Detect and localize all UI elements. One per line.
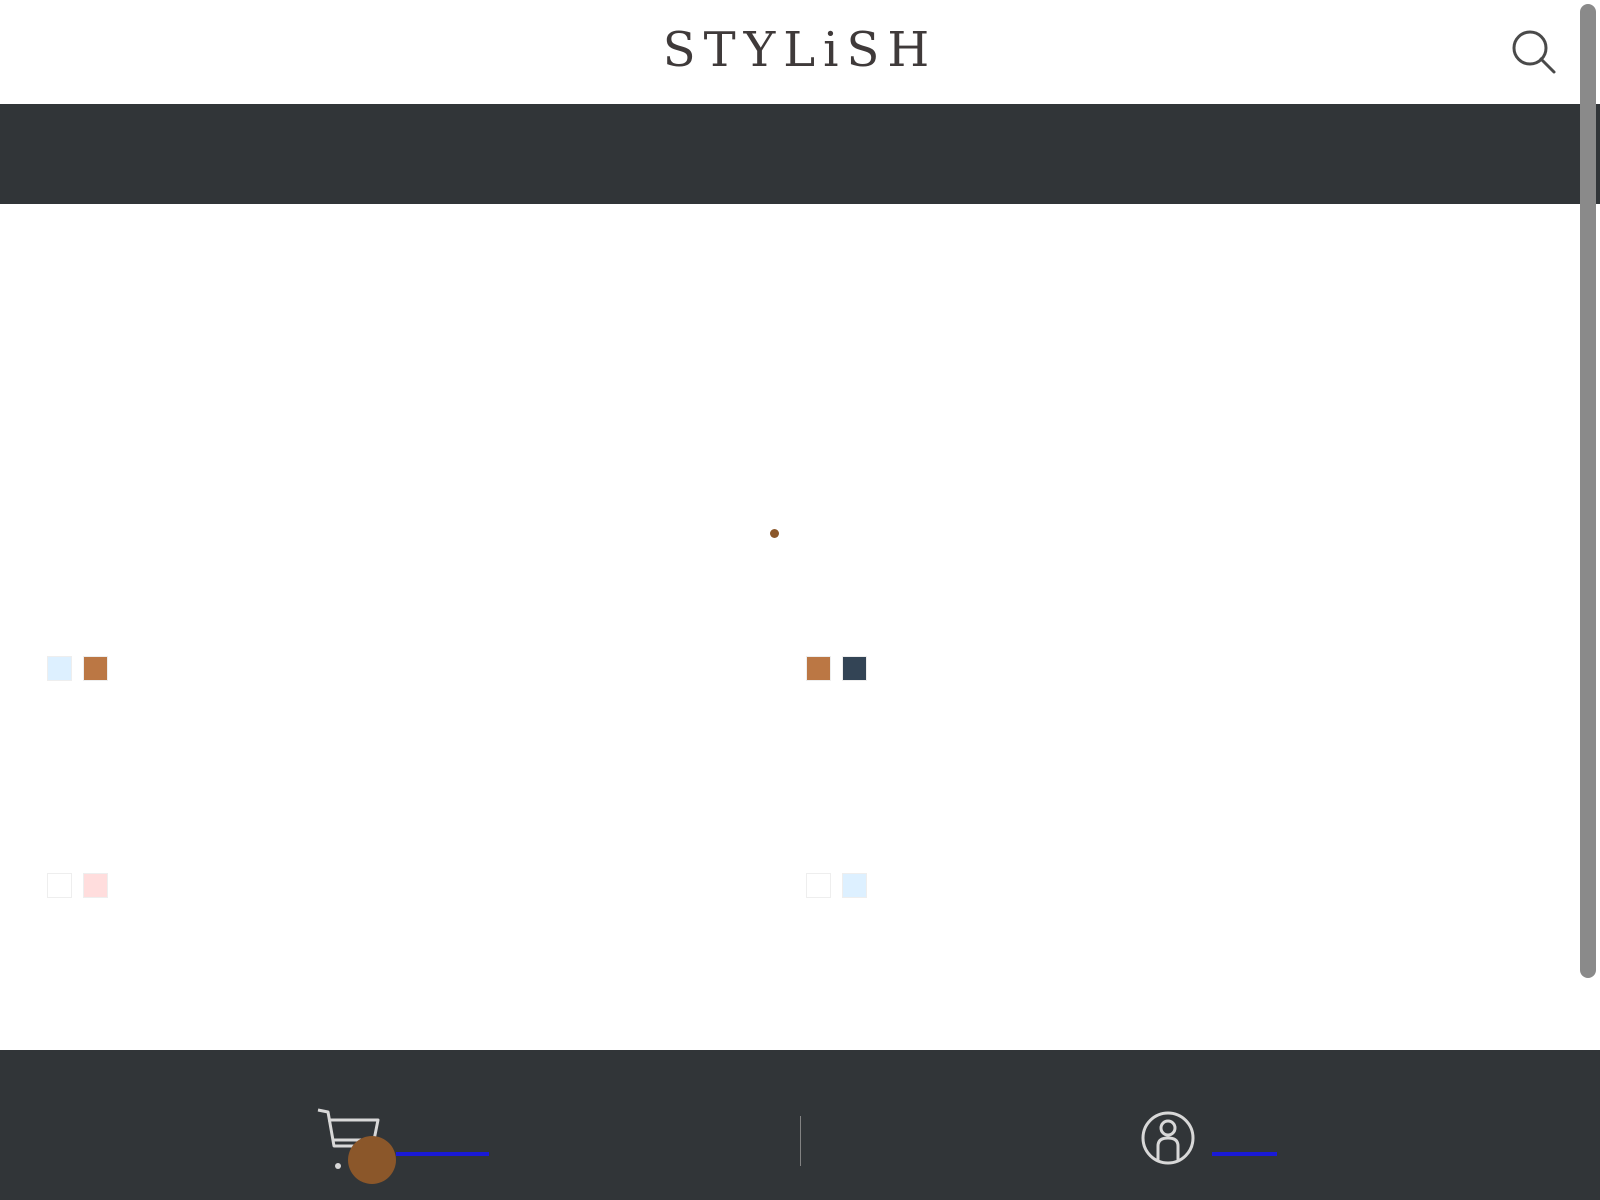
color-swatch	[842, 873, 867, 898]
cart-button[interactable]	[316, 1108, 496, 1184]
product-color-swatches	[806, 873, 867, 898]
category-bar	[0, 104, 1600, 204]
color-swatch	[842, 656, 867, 681]
search-button[interactable]	[1510, 28, 1558, 76]
cart-label[interactable]	[396, 1152, 489, 1156]
header: STYLiSH	[0, 0, 1600, 104]
color-swatch	[83, 873, 108, 898]
scrollbar[interactable]	[1580, 4, 1596, 978]
product-color-swatches	[47, 656, 108, 681]
cart-count-badge	[348, 1136, 396, 1184]
product-color-swatches	[47, 873, 108, 898]
search-icon	[1512, 30, 1556, 74]
site-logo[interactable]: STYLiSH	[0, 22, 1600, 78]
color-swatch	[47, 873, 72, 898]
color-swatch	[47, 656, 72, 681]
member-icon	[1141, 1111, 1195, 1165]
product-color-swatches	[806, 656, 867, 681]
color-swatch	[806, 873, 831, 898]
page: STYLiSH	[0, 0, 1600, 1200]
loading-dot	[770, 529, 779, 538]
color-swatch	[806, 656, 831, 681]
member-label[interactable]	[1212, 1152, 1277, 1156]
member-button[interactable]	[1140, 1110, 1280, 1170]
nav-divider	[800, 1116, 801, 1166]
bottom-nav	[0, 1050, 1600, 1200]
color-swatch	[83, 656, 108, 681]
